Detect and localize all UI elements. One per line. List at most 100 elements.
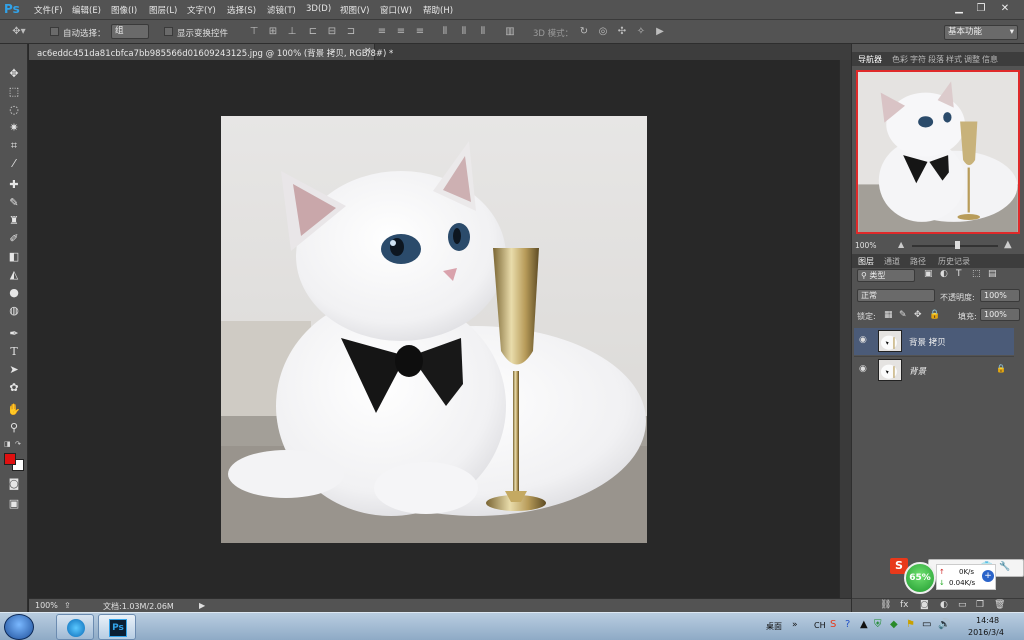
tab-adjustments[interactable]: 调整 bbox=[964, 54, 980, 65]
align-hcenter-icon[interactable]: ⊟ bbox=[327, 26, 337, 37]
ime-indicator[interactable]: CH bbox=[814, 621, 826, 630]
volume-tray-icon[interactable]: 🔊 bbox=[938, 619, 950, 630]
quick-mask-icon[interactable]: ◙ bbox=[5, 476, 23, 492]
zoom-slider-handle[interactable] bbox=[955, 241, 960, 249]
filter-adjust-icon[interactable]: ◐ bbox=[940, 269, 948, 279]
eraser-tool-icon[interactable]: ◧ bbox=[5, 249, 23, 265]
eyedropper-tool-icon[interactable]: ⁄ bbox=[5, 156, 23, 172]
3d-rotate-icon[interactable]: ↻ bbox=[579, 26, 589, 37]
layer-row-background-copy[interactable]: ◉ 背景 拷贝 bbox=[854, 328, 1014, 355]
history-brush-tool-icon[interactable]: ✐ bbox=[5, 231, 23, 247]
foreground-color-swatch[interactable] bbox=[4, 453, 16, 465]
lock-all-icon[interactable]: 🔒 bbox=[929, 310, 940, 320]
3d-slide-icon[interactable]: ✧ bbox=[636, 26, 646, 37]
align-left-icon[interactable]: ⊏ bbox=[308, 26, 318, 37]
align-vcenter-icon[interactable]: ⊞ bbox=[268, 26, 278, 37]
ime-tools-icon[interactable]: 🔧 bbox=[999, 562, 1010, 572]
layer-name[interactable]: 背景 bbox=[909, 365, 926, 377]
menu-edit[interactable]: 编辑(E) bbox=[72, 4, 101, 17]
filter-shape-icon[interactable]: ⬚ bbox=[972, 269, 981, 279]
filter-smart-icon[interactable]: ▤ bbox=[988, 269, 997, 279]
eye-icon[interactable]: ◉ bbox=[859, 364, 867, 374]
display-tray-icon[interactable]: ▭ bbox=[922, 619, 931, 630]
distribute-bottom-icon[interactable]: ≡ bbox=[415, 26, 425, 37]
show-transform-checkbox[interactable] bbox=[164, 27, 173, 36]
distribute-top-icon[interactable]: ≡ bbox=[377, 26, 387, 37]
link-layers-icon[interactable]: ⛓ bbox=[880, 600, 891, 610]
swap-colors-icon[interactable]: ↷ bbox=[15, 440, 21, 448]
shape-tool-icon[interactable]: ✿ bbox=[5, 380, 23, 396]
clock-time[interactable]: 14:48 bbox=[976, 616, 999, 625]
screen-mode-icon[interactable]: ▣ bbox=[5, 496, 23, 512]
lasso-tool-icon[interactable]: ◌ bbox=[5, 102, 23, 118]
new-group-icon[interactable]: ▭ bbox=[958, 600, 967, 610]
layer-name[interactable]: 背景 拷贝 bbox=[909, 336, 946, 348]
new-layer-icon[interactable]: ❐ bbox=[976, 600, 984, 610]
zoom-level[interactable]: 100% bbox=[35, 601, 58, 610]
stamp-tool-icon[interactable]: ♜ bbox=[5, 213, 23, 229]
zoom-in-icon[interactable]: ▲ bbox=[1004, 239, 1012, 250]
healing-brush-tool-icon[interactable]: ✚ bbox=[5, 177, 23, 193]
align-top-icon[interactable]: ⊤ bbox=[249, 26, 259, 37]
start-button[interactable] bbox=[4, 614, 34, 640]
menu-select[interactable]: 选择(S) bbox=[227, 4, 256, 17]
move-tool-icon[interactable]: ✥ bbox=[5, 66, 23, 82]
zoom-tool-icon[interactable]: ⚲ bbox=[5, 420, 23, 436]
flag-tray-icon[interactable]: ⚑ bbox=[906, 619, 915, 630]
tray-expand-icon[interactable]: ▲ bbox=[860, 619, 868, 630]
vertical-scrollbar[interactable] bbox=[839, 60, 851, 598]
menu-filter[interactable]: 滤镜(T) bbox=[267, 4, 296, 17]
document-tab[interactable]: ac6eddc451da81cbfca7bb985566d01609243125… bbox=[29, 44, 393, 60]
tab-navigator[interactable]: 导航器 bbox=[858, 54, 882, 65]
fill-input[interactable]: 100% bbox=[980, 308, 1020, 321]
tab-paragraph[interactable]: 段落 bbox=[928, 54, 944, 65]
tab-layers[interactable]: 图层 bbox=[858, 256, 874, 267]
paint-bucket-tool-icon[interactable]: ◭ bbox=[5, 267, 23, 283]
distribute-vcenter-icon[interactable]: ≡ bbox=[396, 26, 406, 37]
adjustment-layer-icon[interactable]: ◐ bbox=[940, 600, 948, 610]
help-tray-icon[interactable]: ? bbox=[845, 619, 850, 630]
navigator-preview[interactable] bbox=[856, 70, 1020, 234]
document-image[interactable] bbox=[221, 116, 647, 543]
menu-window[interactable]: 窗口(W) bbox=[380, 4, 412, 17]
menu-file[interactable]: 文件(F) bbox=[34, 4, 63, 17]
workspace-dropdown[interactable]: 基本功能 ▾ bbox=[944, 25, 1018, 40]
layer-filter-dropdown[interactable]: ⚲ 类型 bbox=[857, 269, 915, 282]
path-select-tool-icon[interactable]: ➤ bbox=[5, 362, 23, 378]
move-tool-preset-icon[interactable]: ✥▾ bbox=[8, 26, 30, 37]
menu-3d[interactable]: 3D(D) bbox=[306, 4, 331, 17]
lock-position-icon[interactable]: ✥ bbox=[914, 310, 922, 320]
align-bottom-icon[interactable]: ⊥ bbox=[287, 26, 297, 37]
tab-styles[interactable]: 样式 bbox=[946, 54, 962, 65]
default-colors-icon[interactable]: ◨ bbox=[4, 440, 11, 448]
tab-info[interactable]: 信息 bbox=[982, 54, 998, 65]
align-right-icon[interactable]: ⊐ bbox=[346, 26, 356, 37]
filter-pixel-icon[interactable]: ▣ bbox=[924, 269, 933, 279]
pen-tool-icon[interactable]: ✒ bbox=[5, 326, 23, 342]
restore-button[interactable]: ❐ bbox=[972, 1, 990, 16]
network-speed-widget[interactable]: S 👕 🔧 65% ↑ 0K/s ↓ 0.04K/s + bbox=[888, 556, 1024, 594]
menu-layer[interactable]: 图层(L) bbox=[149, 4, 177, 17]
trash-icon[interactable]: 🗑 bbox=[994, 600, 1005, 610]
distribute-right-icon[interactable]: ⦀ bbox=[478, 26, 488, 37]
menu-image[interactable]: 图像(I) bbox=[111, 4, 137, 17]
eye-icon[interactable]: ◉ bbox=[859, 335, 867, 345]
distribute-hcenter-icon[interactable]: ⦀ bbox=[459, 26, 469, 37]
opacity-input[interactable]: 100% bbox=[980, 289, 1020, 302]
auto-select-checkbox[interactable] bbox=[50, 27, 59, 36]
lock-pixels-icon[interactable]: ✎ bbox=[899, 310, 907, 320]
marquee-tool-icon[interactable]: ⬚ bbox=[5, 84, 23, 100]
desktop-arrow-icon[interactable]: » bbox=[792, 620, 798, 630]
blend-mode-dropdown[interactable]: 正常 bbox=[857, 289, 935, 302]
blur-tool-icon[interactable]: ◍ bbox=[5, 303, 23, 319]
type-tool-icon[interactable]: T bbox=[5, 344, 23, 360]
filter-type-icon[interactable]: T bbox=[956, 269, 962, 279]
menu-type[interactable]: 文字(Y) bbox=[187, 4, 216, 17]
security-tray-icon[interactable]: ⛨ bbox=[874, 619, 882, 630]
distribute-left-icon[interactable]: ⦀ bbox=[440, 26, 450, 37]
menu-help[interactable]: 帮助(H) bbox=[423, 4, 453, 17]
tab-paths[interactable]: 路径 bbox=[910, 256, 926, 267]
clock-date[interactable]: 2016/3/4 bbox=[968, 628, 1004, 637]
desktop-label[interactable]: 桌面 bbox=[766, 621, 782, 632]
hand-tool-icon[interactable]: ✋ bbox=[5, 402, 23, 418]
